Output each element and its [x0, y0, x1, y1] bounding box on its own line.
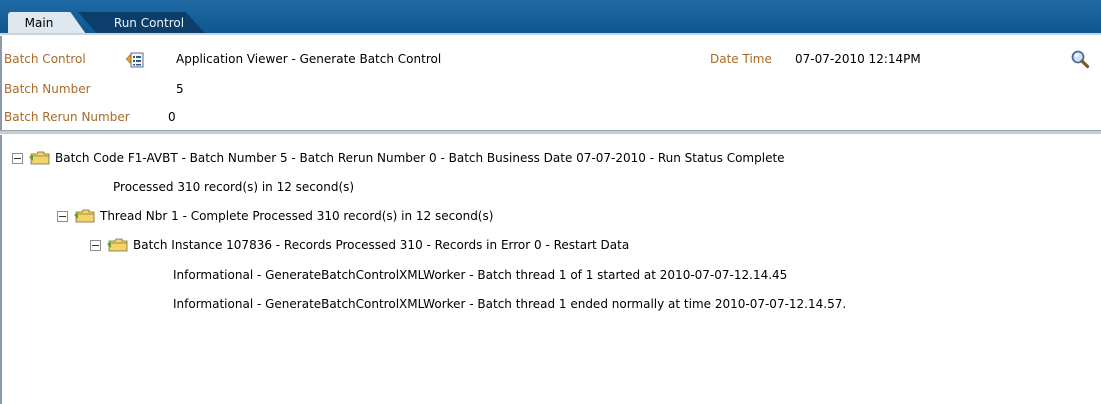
tab-bar: Run Control Main	[0, 0, 1101, 34]
collapse-toggle-icon[interactable]	[90, 239, 101, 251]
tab-main[interactable]: Main	[8, 12, 86, 34]
batch-control-label: Batch Control	[4, 52, 86, 66]
tree-node-batch-code[interactable]: Batch Code F1-AVBT - Batch Number 5 - Ba…	[12, 148, 785, 168]
collapse-toggle-icon[interactable]	[57, 210, 68, 222]
list-lookup-icon[interactable]	[126, 52, 144, 68]
batch-run-tree: Batch Code F1-AVBT - Batch Number 5 - Ba…	[0, 135, 1100, 404]
tree-node-batch-code-label: Batch Code F1-AVBT - Batch Number 5 - Ba…	[55, 151, 785, 165]
batch-rerun-value: 0	[168, 110, 176, 124]
tree-message-label: Informational - GenerateBatchControlXMLW…	[173, 297, 847, 311]
tab-underline	[0, 33, 1101, 35]
batch-rerun-label: Batch Rerun Number	[4, 110, 130, 124]
tab-run-control-label: Run Control	[113, 16, 185, 30]
collapse-toggle-icon[interactable]	[12, 152, 23, 164]
tree-node-batch-instance[interactable]: Batch Instance 107836 - Records Processe…	[90, 235, 629, 255]
header-panel: Batch Control Application Viewer - Gener…	[0, 36, 1100, 132]
tree-message: Informational - GenerateBatchControlXMLW…	[173, 265, 787, 285]
search-icon[interactable]	[1070, 49, 1090, 69]
tab-run-control[interactable]: Run Control	[78, 12, 206, 34]
tree-root-detail: Processed 310 record(s) in 12 second(s)	[113, 177, 354, 197]
tree-root-detail-label: Processed 310 record(s) in 12 second(s)	[113, 180, 355, 194]
section-divider	[0, 130, 1101, 134]
tree-node-batch-instance-label: Batch Instance 107836 - Records Processe…	[133, 238, 630, 252]
tree-message-label: Informational - GenerateBatchControlXMLW…	[173, 268, 788, 282]
folder-icon	[107, 238, 128, 252]
folder-icon	[74, 209, 95, 223]
batch-number-value: 5	[176, 82, 184, 96]
date-time-label: Date Time	[710, 52, 772, 66]
tree-node-thread-label: Thread Nbr 1 - Complete Processed 310 re…	[100, 209, 494, 223]
tree-message: Informational - GenerateBatchControlXMLW…	[173, 294, 846, 314]
folder-icon	[29, 151, 50, 165]
batch-number-label: Batch Number	[4, 82, 91, 96]
tree-node-thread[interactable]: Thread Nbr 1 - Complete Processed 310 re…	[57, 206, 493, 226]
date-time-value: 07-07-2010 12:14PM	[795, 52, 921, 66]
batch-control-value: Application Viewer - Generate Batch Cont…	[176, 52, 442, 66]
tab-main-label: Main	[24, 16, 54, 30]
